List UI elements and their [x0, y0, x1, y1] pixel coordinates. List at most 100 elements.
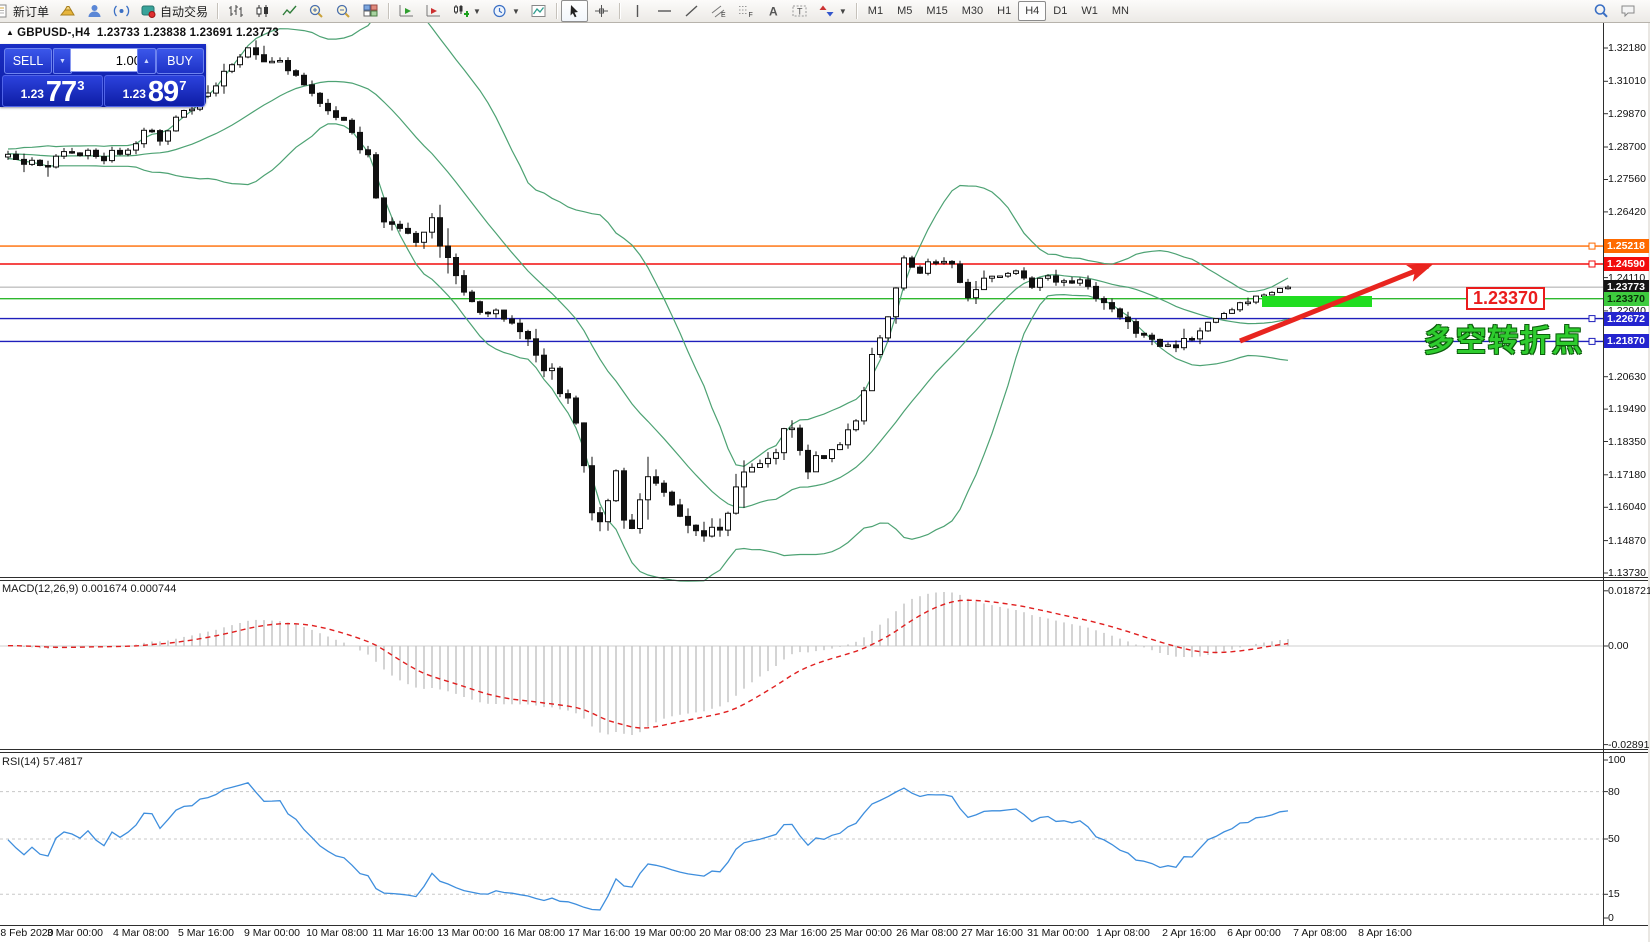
channelE-icon: E [710, 3, 727, 19]
price-axis-tick: 1.29870 [1608, 108, 1646, 120]
price-axis-tick: 1.28700 [1608, 141, 1646, 153]
price-line-badge: 1.25218 [1604, 239, 1649, 253]
timeframe-m1-button[interactable]: M1 [861, 1, 890, 21]
equidistant-channel-button[interactable]: E [705, 0, 732, 22]
time-axis-label: 3 Mar 00:00 [46, 927, 104, 939]
time-axis-label: 5 Mar 16:00 [177, 927, 235, 939]
tile-windows-button[interactable] [357, 0, 384, 22]
sell-price-prefix: 1.23 [20, 87, 44, 101]
price-axis-tick: 1.19490 [1608, 403, 1646, 415]
price-axis-tick: 1.20630 [1608, 371, 1646, 383]
timeframe-m5-button[interactable]: M5 [890, 1, 919, 21]
symbol-ohlc-values: 1.23733 1.23838 1.23691 1.23773 [96, 27, 279, 39]
time-axis-label: 4 Mar 08:00 [112, 927, 170, 939]
template-icon [530, 3, 547, 19]
time-axis-label: 1 Apr 08:00 [1096, 927, 1150, 939]
time-axis-label: 2 Apr 16:00 [1162, 927, 1216, 939]
autotrading-button-label: 自动交易 [160, 4, 209, 19]
timeframe-mn-button[interactable]: MN [1105, 1, 1136, 21]
toolbar-separator [855, 3, 857, 19]
timeframe-w1-button[interactable]: W1 [1074, 1, 1105, 21]
new-chart-button[interactable]: ▼ [447, 0, 486, 22]
time-axis-label: 7 Apr 08:00 [1293, 927, 1347, 939]
community-icon-button[interactable] [81, 0, 108, 22]
sell-price-box[interactable]: 1.23 77 3 [2, 75, 103, 107]
line-chart-button[interactable] [276, 0, 303, 22]
chat-button[interactable] [1615, 0, 1642, 22]
turning-point-annotation: 多空转折点 [1424, 325, 1584, 358]
linechart-icon [281, 3, 298, 19]
user-icon [86, 3, 103, 19]
chat-icon [1620, 3, 1637, 19]
zoomin-icon [308, 3, 325, 19]
time-axis-label: 19 Mar 00:00 [634, 927, 696, 939]
price-axis-tick: 1.16040 [1608, 501, 1646, 513]
buy-button[interactable]: BUY [156, 48, 204, 74]
rsi-axis-tick: 0 [1608, 912, 1614, 924]
toolbar-separator [555, 3, 557, 19]
volume-increase-button[interactable]: ▲ [137, 48, 156, 74]
one-click-trading-panel: SELL ▼ ▲ BUY 1.23773 1.23897 [0, 44, 206, 107]
zoom-out-button[interactable] [330, 0, 357, 22]
symbol-marker-icon: ▲ [6, 28, 15, 37]
price-line-badge: 1.21870 [1604, 334, 1649, 348]
text-label-button[interactable]: T [786, 0, 813, 22]
time-axis-label: 25 Mar 00:00 [830, 927, 892, 939]
timeframe-m15-button[interactable]: M15 [919, 1, 954, 21]
signals-icon-button[interactable] [108, 0, 135, 22]
svg-text:F: F [748, 12, 752, 19]
rsi-axis-tick: 100 [1608, 754, 1626, 766]
profiles-button[interactable]: ▼ [486, 0, 525, 22]
chart-canvas[interactable] [0, 0, 1650, 942]
arrows-button[interactable]: ▼ [813, 0, 852, 22]
clock-icon [491, 3, 508, 19]
rsi-axis-tick: 50 [1608, 833, 1620, 845]
sell-button[interactable]: SELL [4, 48, 52, 74]
timeframe-h1-button[interactable]: H1 [990, 1, 1018, 21]
vertical-line-button[interactable] [624, 0, 651, 22]
candlestick-chart-button[interactable] [249, 0, 276, 22]
autotrading-button[interactable]: 自动交易 [135, 0, 213, 22]
cursor-button[interactable] [560, 0, 588, 22]
bar-chart-button[interactable] [222, 0, 249, 22]
toolbar-separator [388, 3, 390, 19]
price-axis-tick: 1.14870 [1608, 535, 1646, 547]
chart-shift-button[interactable] [393, 0, 420, 22]
price-axis-tick: 1.13730 [1608, 567, 1646, 579]
macd-value-1: 0.001674 [81, 583, 128, 595]
volume-input[interactable] [70, 48, 146, 72]
newchart-icon [452, 3, 470, 19]
timeframe-m30-button[interactable]: M30 [955, 1, 990, 21]
hline-icon [656, 3, 673, 19]
search-button[interactable] [1588, 0, 1615, 22]
market-icon-button[interactable] [54, 0, 81, 22]
horizontal-line-button[interactable] [651, 0, 678, 22]
macd-axis-tick: 0.018721 [1608, 585, 1650, 597]
time-axis-label: 9 Mar 00:00 [243, 927, 301, 939]
templates-button[interactable] [525, 0, 552, 22]
time-axis-label: 27 Mar 16:00 [961, 927, 1023, 939]
sell-price-sup: 3 [77, 78, 85, 93]
auto-scroll-button[interactable] [420, 0, 447, 22]
time-axis-label: 26 Mar 08:00 [896, 927, 958, 939]
page-icon [0, 3, 10, 19]
macd-value-2: 0.000744 [130, 583, 177, 595]
new-order-button[interactable]: 新订单 [0, 0, 54, 22]
crosshair-button[interactable] [588, 0, 615, 22]
buy-price-sup: 7 [179, 78, 187, 93]
zoom-in-button[interactable] [303, 0, 330, 22]
price-axis-tick: 1.31010 [1608, 75, 1646, 87]
arrows-icon [818, 3, 835, 19]
price-line-badge: 1.24590 [1604, 257, 1649, 271]
timeframe-h4-button[interactable]: H4 [1018, 1, 1047, 21]
fibonacci-button[interactable]: F [732, 0, 759, 22]
time-axis-label: 13 Mar 00:00 [437, 927, 499, 939]
buy-price-box[interactable]: 1.23 89 7 [104, 75, 205, 107]
text-button[interactable]: A [759, 0, 786, 22]
buy-price-big: 89 [147, 76, 179, 108]
price-line-badge: 1.22672 [1604, 312, 1649, 326]
search-icon [1593, 3, 1610, 19]
trendline-button[interactable] [678, 0, 705, 22]
price-callout-box: 1.23370 [1466, 287, 1545, 310]
timeframe-d1-button[interactable]: D1 [1046, 1, 1074, 21]
